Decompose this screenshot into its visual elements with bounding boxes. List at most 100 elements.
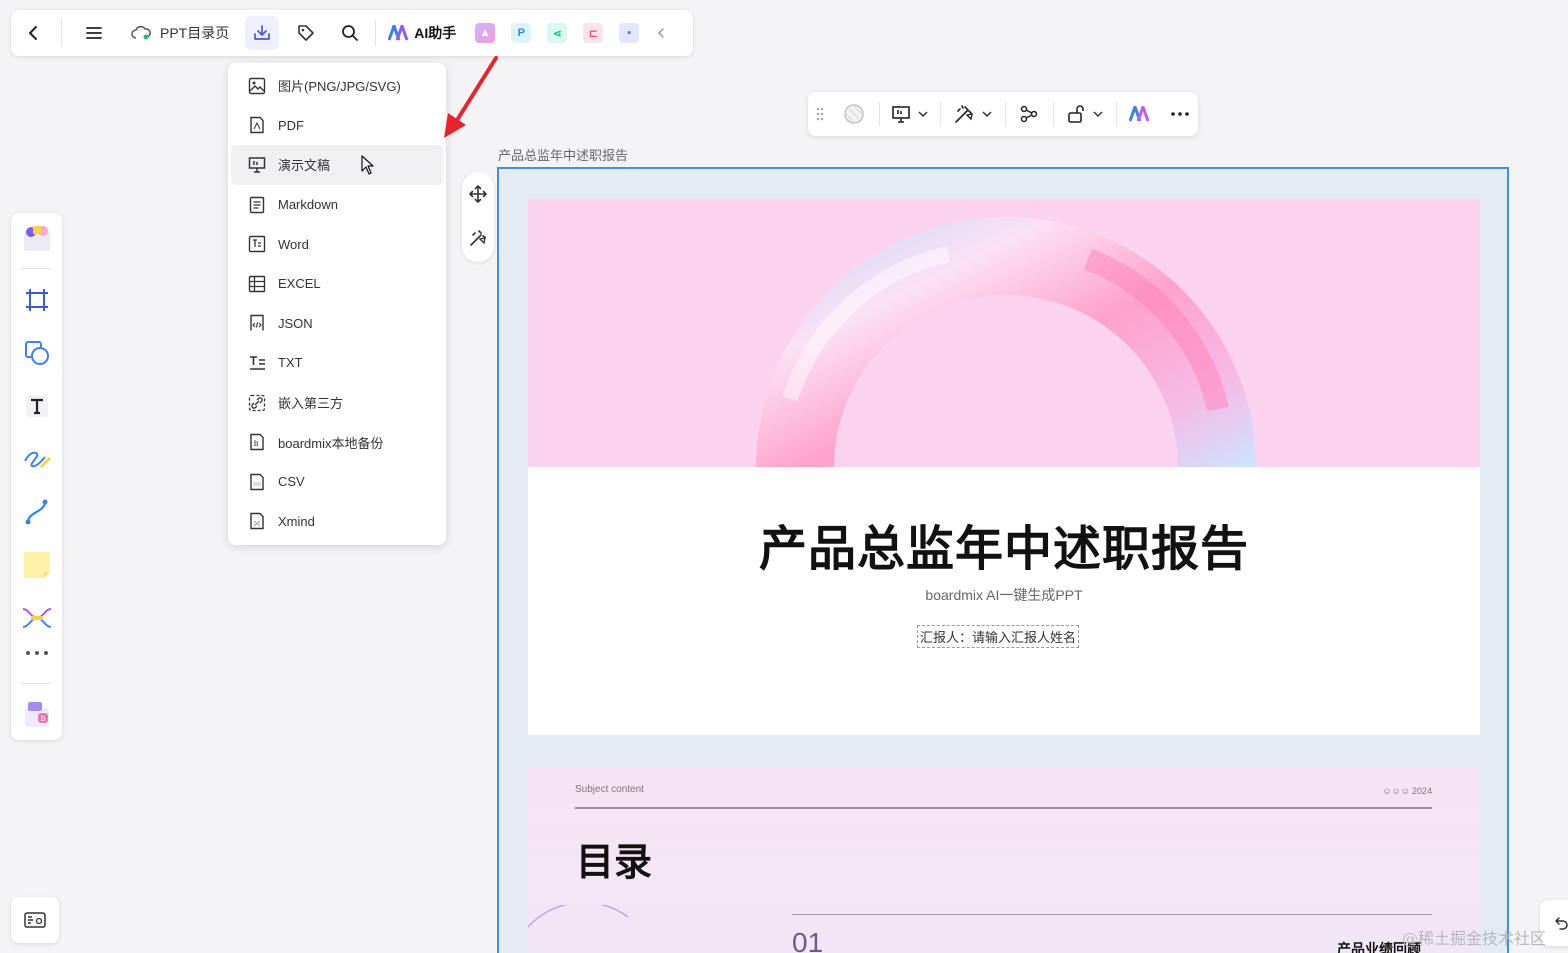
xmind-file-icon xyxy=(247,512,266,531)
tag-button[interactable] xyxy=(289,16,323,50)
pdf-file-icon xyxy=(247,116,266,135)
text-tool[interactable] xyxy=(18,387,55,424)
ai-assistant-button[interactable]: AI助手 xyxy=(384,16,460,50)
ai-logo-icon xyxy=(1129,106,1150,122)
move-button[interactable] xyxy=(463,178,493,210)
menu-item-xmind[interactable]: Xmind xyxy=(231,502,443,542)
presentation-icon xyxy=(892,106,911,123)
connector-curve-icon xyxy=(25,499,47,524)
ai-mindmap-button[interactable]: ⋖ xyxy=(542,16,572,50)
subject-label: Subject content xyxy=(575,784,644,795)
divider xyxy=(375,20,377,46)
mouse-cursor-icon xyxy=(361,155,374,175)
txt-icon xyxy=(247,353,266,372)
cover-slide[interactable]: 产品总监年中述职报告 boardmix AI一键生成PPT 汇报人：请输入汇报人… xyxy=(528,199,1480,735)
section-number: 01 xyxy=(792,927,824,953)
selection-toolbar xyxy=(808,92,1198,136)
template-icon xyxy=(23,225,50,251)
export-button[interactable] xyxy=(245,16,280,50)
menu-item-word[interactable]: Word xyxy=(231,224,443,264)
fill-color-button[interactable] xyxy=(836,97,872,131)
menu-item-image[interactable]: 图片(PNG/JPG/SVG) xyxy=(231,66,443,106)
divider xyxy=(792,914,1432,915)
ai-chat-button[interactable]: ▪ xyxy=(614,16,644,50)
collapse-toolbar-button[interactable] xyxy=(650,16,672,50)
chevron-down-icon xyxy=(1093,111,1103,118)
reporter-placeholder[interactable]: 汇报人：请输入汇报人姓名 xyxy=(917,625,1080,648)
menu-item-excel[interactable]: EXCEL xyxy=(231,264,443,304)
backup-file-icon: b xyxy=(247,433,266,452)
sticky-note-icon xyxy=(23,551,50,578)
ai-flowchart-button[interactable]: ⊏ xyxy=(578,16,608,50)
shape-tool[interactable] xyxy=(18,334,55,371)
ai-logo-icon xyxy=(388,25,409,41)
slide-title[interactable]: 产品总监年中述职报告 xyxy=(528,509,1480,579)
menu-item-csv[interactable]: CSV xyxy=(231,462,443,502)
app-center-tool[interactable]: b xyxy=(18,695,55,732)
share-nodes-icon xyxy=(1021,105,1038,123)
template-tool[interactable] xyxy=(18,219,55,256)
menu-item-txt[interactable]: TXT xyxy=(231,343,443,383)
pen-tool[interactable] xyxy=(18,440,55,477)
contents-slide[interactable]: Subject content ☺☺☺ 2024 目录 01 产品业绩回顾 xyxy=(528,767,1480,953)
slide-subtitle[interactable]: boardmix AI一键生成PPT xyxy=(528,585,1480,605)
lock-button[interactable] xyxy=(1060,97,1110,131)
document-title-button[interactable]: PPT目录页 xyxy=(124,16,235,50)
frame-icon xyxy=(25,288,48,311)
more-tools-button[interactable] xyxy=(18,641,55,665)
present-button[interactable] xyxy=(886,97,934,131)
csv-file-icon xyxy=(247,472,266,491)
divider xyxy=(21,683,52,684)
drag-handle[interactable] xyxy=(810,97,830,131)
frame-tool[interactable] xyxy=(18,281,55,318)
menu-item-backup[interactable]: b boardmix本地备份 xyxy=(231,422,443,462)
ai-image-icon: ▲ xyxy=(475,23,496,43)
ai-beautify-button[interactable] xyxy=(947,97,999,131)
ai-image-button[interactable]: ▲ xyxy=(470,16,500,50)
cloud-saved-icon xyxy=(131,25,151,40)
magic-wand-icon xyxy=(470,230,486,246)
left-tool-sidebar: b xyxy=(11,213,62,740)
divider xyxy=(879,102,881,126)
chat-bubble-icon: ▪ xyxy=(619,23,640,43)
mindmap-tool[interactable] xyxy=(18,599,55,636)
drag-grip-icon xyxy=(816,107,824,121)
menu-item-pdf[interactable]: PDF xyxy=(231,106,443,146)
presentation-frame[interactable]: 产品总监年中述职报告 boardmix AI一键生成PPT 汇报人：请输入汇报人… xyxy=(497,167,1509,953)
menu-item-json[interactable]: JSON xyxy=(231,304,443,344)
sticky-note-tool[interactable] xyxy=(18,546,55,583)
outline-panel-button[interactable] xyxy=(11,897,59,943)
year-text: 2024 xyxy=(1411,786,1432,796)
menu-item-label: 图片(PNG/JPG/SVG) xyxy=(278,79,401,95)
ai-magic-button[interactable] xyxy=(463,222,493,254)
tag-icon xyxy=(298,25,315,41)
menu-item-label: Word xyxy=(278,236,309,252)
word-file-icon xyxy=(247,235,266,254)
move-arrows-icon xyxy=(469,185,487,203)
ai-presentation-button[interactable]: P xyxy=(506,16,536,50)
outline-list-icon xyxy=(24,912,46,928)
more-options-button[interactable] xyxy=(1162,97,1198,131)
menu-item-label: 演示文稿 xyxy=(278,158,331,174)
menu-item-embed[interactable]: 嵌入第三方 xyxy=(231,383,443,423)
search-button[interactable] xyxy=(333,16,367,50)
connector-tool[interactable] xyxy=(18,493,55,530)
menu-item-label: PDF xyxy=(278,117,304,133)
ai-button[interactable] xyxy=(1123,97,1159,131)
divider xyxy=(21,268,52,269)
divider xyxy=(1115,102,1117,126)
top-toolbar: PPT目录页 AI助手 ▲ P ⋖ ⊏ ▪ xyxy=(11,10,693,56)
image-icon xyxy=(247,76,266,95)
menu-item-markdown[interactable]: Markdown xyxy=(231,185,443,225)
link-button[interactable] xyxy=(1011,97,1047,131)
back-button[interactable] xyxy=(13,16,55,50)
markdown-file-icon xyxy=(247,195,266,214)
presentation-icon xyxy=(247,155,266,174)
menu-item-presentation[interactable]: 演示文稿 xyxy=(231,145,443,185)
transparent-fill-icon xyxy=(843,104,864,124)
contents-title[interactable]: 目录 xyxy=(576,831,652,886)
menu-button[interactable] xyxy=(72,16,116,50)
menu-item-label: EXCEL xyxy=(278,276,321,292)
frame-label[interactable]: 产品总监年中述职报告 xyxy=(498,145,628,164)
menu-item-label: TXT xyxy=(278,355,303,371)
